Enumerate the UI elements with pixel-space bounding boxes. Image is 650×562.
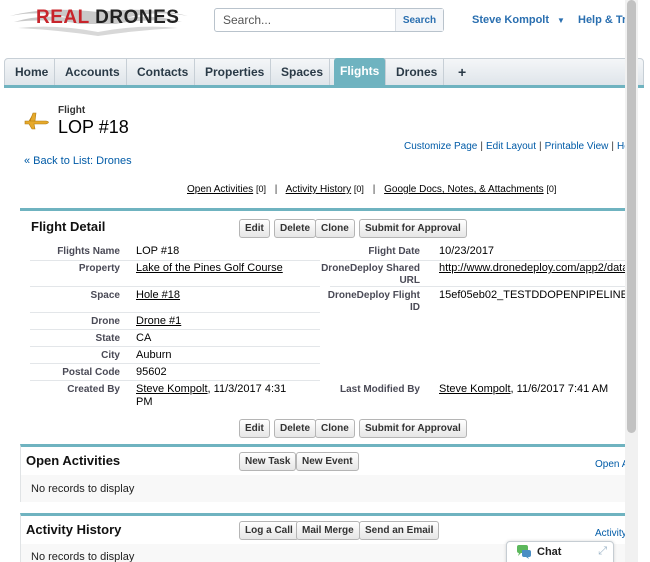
- created-by-user-link[interactable]: Steve Kompolt: [136, 383, 208, 395]
- chevron-down-icon: ▼: [557, 16, 565, 25]
- back-to-list-link[interactable]: « Back to List: Drones: [24, 155, 132, 167]
- activity-history-count: [0]: [353, 184, 364, 194]
- flights-name-value: LOP #18: [136, 245, 180, 257]
- clone-button-bottom[interactable]: Clone: [315, 419, 355, 438]
- search-input[interactable]: [223, 13, 393, 27]
- send-an-email-button[interactable]: Send an Email: [359, 521, 440, 540]
- tab-home[interactable]: Home: [9, 59, 56, 86]
- clone-button[interactable]: Clone: [315, 219, 355, 238]
- flight-id-label: DroneDeploy Flight ID: [327, 290, 420, 313]
- record-title: LOP #18: [58, 117, 129, 137]
- new-task-button[interactable]: New Task: [239, 452, 297, 471]
- flight-date-value: 10/23/2017: [439, 245, 495, 257]
- related-list-links: Open Activities [0] | Activity History […: [187, 184, 557, 195]
- printable-view-link[interactable]: Printable View: [545, 141, 609, 152]
- tab-spaces[interactable]: Spaces: [275, 59, 331, 86]
- expand-icon[interactable]: ⤢: [598, 545, 607, 558]
- tab-bar: Home Accounts Contacts Properties Spaces…: [4, 58, 644, 86]
- drone-label: Drone: [91, 316, 120, 327]
- tab-properties[interactable]: Properties: [199, 59, 272, 86]
- shared-url-link[interactable]: http://www.dronedeploy.com/app2/data: [439, 262, 629, 275]
- user-name: Steve Kompolt: [472, 14, 550, 26]
- last-modified-value: Steve Kompolt, 11/6/2017 7:41 AM: [439, 383, 608, 396]
- created-by-value: Steve Kompolt, 11/3/2017 4:31 PM: [136, 383, 306, 409]
- edit-button-bottom[interactable]: Edit: [239, 419, 270, 438]
- activity-history-empty: No records to display: [31, 551, 135, 562]
- log-a-call-button[interactable]: Log a Call: [239, 521, 299, 540]
- postal-code-label: Postal Code: [62, 367, 120, 378]
- space-label: Space: [90, 290, 120, 301]
- space-link[interactable]: Hole #18: [136, 289, 180, 302]
- flights-name-label: Flights Name: [57, 246, 120, 257]
- airplane-icon: [24, 112, 49, 130]
- activity-history-link[interactable]: Activity History: [286, 184, 352, 195]
- edit-button[interactable]: Edit: [239, 219, 270, 238]
- flight-date-label: Flight Date: [368, 246, 420, 257]
- attachments-link[interactable]: Google Docs, Notes, & Attachments: [384, 184, 544, 195]
- search-button[interactable]: Search: [395, 9, 443, 31]
- chat-widget[interactable]: Chat ⤢: [506, 541, 614, 562]
- chat-label: Chat: [537, 546, 562, 558]
- city-value: Auburn: [136, 349, 172, 361]
- tab-drones[interactable]: Drones: [390, 59, 445, 86]
- city-label: City: [101, 350, 120, 361]
- submit-for-approval-button[interactable]: Submit for Approval: [359, 219, 467, 238]
- open-activities-section: Open Activities New Task New Event Open …: [20, 444, 630, 502]
- last-modified-user-link[interactable]: Steve Kompolt: [439, 383, 511, 395]
- section-title: Flight Detail: [31, 219, 106, 234]
- delete-button-bottom[interactable]: Delete: [274, 419, 317, 438]
- open-activities-link[interactable]: Open Activities: [187, 184, 253, 195]
- tab-accounts[interactable]: Accounts: [59, 59, 127, 86]
- search-box: Search: [214, 8, 444, 32]
- record-page: Flight LOP #18 Customize Page | Edit Layou…: [0, 88, 650, 562]
- open-activities-title: Open Activities: [26, 453, 121, 468]
- help-training-link[interactable]: Help & Tr: [578, 14, 626, 26]
- tab-contacts[interactable]: Contacts: [131, 59, 196, 86]
- chat-bubble-icon: [517, 545, 531, 559]
- state-label: State: [95, 333, 120, 344]
- state-value: CA: [136, 332, 152, 344]
- created-date: , 11/3/2017 4:31: [207, 383, 287, 395]
- property-label: Property: [78, 263, 120, 274]
- tab-flights[interactable]: Flights: [334, 58, 386, 86]
- last-modified-label: Last Modified By: [339, 384, 420, 395]
- drone-link[interactable]: Drone #1: [136, 315, 181, 328]
- activity-history-title: Activity History: [26, 522, 122, 537]
- created-by-label: Created By: [67, 384, 120, 395]
- open-activities-help-link[interactable]: Open A: [595, 459, 628, 470]
- property-link[interactable]: Lake of the Pines Golf Course: [136, 262, 283, 275]
- created-time-suffix: PM: [136, 396, 153, 408]
- open-activities-empty: No records to display: [31, 483, 135, 495]
- object-type-label: Flight: [58, 105, 86, 116]
- app-header: REAL DRONES Search Steve Kompolt ▼ Help &…: [0, 0, 650, 58]
- activity-history-help-link[interactable]: Activity: [595, 528, 627, 539]
- add-tab-icon[interactable]: +: [452, 59, 472, 86]
- logo-real-word: REAL: [36, 7, 90, 28]
- open-activities-count: [0]: [255, 184, 266, 194]
- shared-url-label: DroneDeploy Shared URL: [321, 263, 420, 286]
- customize-page-link[interactable]: Customize Page: [404, 141, 477, 152]
- page-links: Customize Page | Edit Layout | Printable Vie…: [404, 141, 630, 152]
- scrollbar-thumb[interactable]: [627, 0, 636, 433]
- flight-detail-section: Flight Detail Edit Delete Clone Submit f…: [20, 208, 630, 438]
- delete-button[interactable]: Delete: [274, 219, 317, 238]
- mail-merge-button[interactable]: Mail Merge: [296, 521, 360, 540]
- last-modified-date: , 11/6/2017 7:41 AM: [510, 383, 609, 395]
- attachments-count: [0]: [546, 184, 557, 194]
- flight-id-value: 15ef05eb02_TESTDDOPENPIPELINE: [439, 289, 628, 301]
- submit-for-approval-button-bottom[interactable]: Submit for Approval: [359, 419, 467, 438]
- edit-layout-link[interactable]: Edit Layout: [486, 141, 536, 152]
- new-event-button[interactable]: New Event: [296, 452, 359, 471]
- logo-text: REAL DRONES: [36, 7, 179, 29]
- logo-drones-word: DRONES: [95, 7, 180, 28]
- real-drones-logo[interactable]: REAL DRONES: [6, 2, 192, 40]
- user-menu[interactable]: Steve Kompolt ▼: [472, 14, 565, 26]
- postal-code-value: 95602: [136, 366, 167, 378]
